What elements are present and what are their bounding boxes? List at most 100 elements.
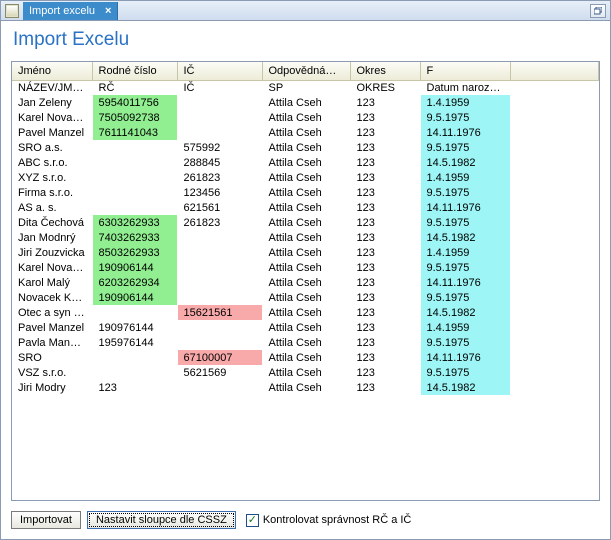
table-cell[interactable] bbox=[92, 365, 177, 380]
table-cell[interactable]: Novacek Karel bbox=[12, 290, 92, 305]
set-columns-cssz-button[interactable]: Nastavit sloupce dle CSSZ bbox=[87, 511, 236, 529]
table-cell[interactable]: Attila Cseh bbox=[262, 335, 350, 350]
table-cell[interactable] bbox=[510, 335, 599, 350]
table-cell[interactable]: 123 bbox=[350, 335, 420, 350]
table-row[interactable]: Jiri Modry123Attila Cseh12314.5.1982 bbox=[12, 380, 599, 395]
table-cell[interactable]: Karol Malý bbox=[12, 275, 92, 290]
table-row[interactable]: Otec a syn s.…15621561Attila Cseh12314.5… bbox=[12, 305, 599, 320]
table-cell[interactable]: Attila Cseh bbox=[262, 350, 350, 365]
table-cell[interactable] bbox=[92, 185, 177, 200]
table-cell[interactable]: 14.5.1982 bbox=[420, 230, 510, 245]
import-button[interactable]: Importovat bbox=[11, 511, 81, 529]
table-cell[interactable]: 123 bbox=[350, 95, 420, 110]
table-cell[interactable]: 14.5.1982 bbox=[420, 380, 510, 395]
table-cell[interactable]: 9.5.1975 bbox=[420, 260, 510, 275]
table-cell[interactable]: 123 bbox=[350, 290, 420, 305]
table-cell[interactable]: 6203262934 bbox=[92, 275, 177, 290]
table-cell[interactable]: Attila Cseh bbox=[262, 95, 350, 110]
table-cell[interactable]: Attila Cseh bbox=[262, 260, 350, 275]
table-cell[interactable]: 123 bbox=[350, 260, 420, 275]
table-row[interactable]: Novacek Karel190906144Attila Cseh1239.5.… bbox=[12, 290, 599, 305]
table-cell[interactable]: 575992 bbox=[177, 140, 262, 155]
table-cell[interactable] bbox=[92, 170, 177, 185]
table-cell[interactable]: 123 bbox=[350, 215, 420, 230]
table-cell[interactable]: Attila Cseh bbox=[262, 170, 350, 185]
table-cell[interactable]: 9.5.1975 bbox=[420, 215, 510, 230]
table-cell[interactable] bbox=[92, 140, 177, 155]
table-cell[interactable] bbox=[510, 320, 599, 335]
table-cell[interactable]: 123 bbox=[350, 275, 420, 290]
table-cell[interactable]: Jiri Modry bbox=[12, 380, 92, 395]
column-header[interactable]: Rodné číslo bbox=[92, 62, 177, 80]
table-row[interactable]: AS a. s.621561Attila Cseh12314.11.1976 bbox=[12, 200, 599, 215]
table-cell[interactable] bbox=[177, 260, 262, 275]
table-cell[interactable]: 9.5.1975 bbox=[420, 290, 510, 305]
table-cell[interactable] bbox=[510, 365, 599, 380]
table-cell[interactable] bbox=[177, 245, 262, 260]
table-cell[interactable]: 1.4.1959 bbox=[420, 170, 510, 185]
table-cell[interactable]: Attila Cseh bbox=[262, 365, 350, 380]
table-row[interactable]: ABC s.r.o.288845Attila Cseh12314.5.1982 bbox=[12, 155, 599, 170]
table-cell[interactable] bbox=[510, 260, 599, 275]
table-row[interactable]: Karol Malý6203262934Attila Cseh12314.11.… bbox=[12, 275, 599, 290]
column-header[interactable]: IČ bbox=[177, 62, 262, 80]
table-cell[interactable]: Datum naroz… bbox=[420, 80, 510, 95]
table-cell[interactable]: 123 bbox=[350, 185, 420, 200]
table-row[interactable]: Pavel Manzel7611141043Attila Cseh12314.1… bbox=[12, 125, 599, 140]
table-cell[interactable]: 6303262933 bbox=[92, 215, 177, 230]
table-cell[interactable]: Attila Cseh bbox=[262, 245, 350, 260]
table-cell[interactable] bbox=[510, 200, 599, 215]
table-cell[interactable]: 9.5.1975 bbox=[420, 365, 510, 380]
column-header[interactable]: Okres bbox=[350, 62, 420, 80]
column-header[interactable] bbox=[510, 62, 599, 80]
table-cell[interactable]: 123 bbox=[350, 380, 420, 395]
table-cell[interactable]: Pavel Manzel bbox=[12, 320, 92, 335]
table-cell[interactable]: Firma s.r.o. bbox=[12, 185, 92, 200]
table-cell[interactable]: 14.11.1976 bbox=[420, 200, 510, 215]
table-cell[interactable]: Attila Cseh bbox=[262, 215, 350, 230]
table-cell[interactable] bbox=[510, 230, 599, 245]
table-cell[interactable]: 123 bbox=[350, 110, 420, 125]
table-cell[interactable]: Pavla Manzel… bbox=[12, 335, 92, 350]
table-cell[interactable]: Attila Cseh bbox=[262, 230, 350, 245]
table-cell[interactable]: 1.4.1959 bbox=[420, 95, 510, 110]
document-tab[interactable]: Import excelu × bbox=[23, 2, 118, 20]
table-cell[interactable] bbox=[177, 380, 262, 395]
table-cell[interactable]: Pavel Manzel bbox=[12, 125, 92, 140]
table-cell[interactable] bbox=[510, 305, 599, 320]
table-cell[interactable]: 14.11.1976 bbox=[420, 350, 510, 365]
table-cell[interactable]: Attila Cseh bbox=[262, 140, 350, 155]
table-cell[interactable]: 14.11.1976 bbox=[420, 125, 510, 140]
table-cell[interactable]: Karel Novacek bbox=[12, 260, 92, 275]
table-cell[interactable]: Jan Zeleny bbox=[12, 95, 92, 110]
table-cell[interactable]: 123 bbox=[350, 155, 420, 170]
table-cell[interactable] bbox=[177, 125, 262, 140]
table-cell[interactable]: 123 bbox=[92, 380, 177, 395]
table-row[interactable]: Pavel Manzel190976144Attila Cseh1231.4.1… bbox=[12, 320, 599, 335]
table-cell[interactable]: 14.11.1976 bbox=[420, 275, 510, 290]
table-cell[interactable] bbox=[510, 80, 599, 95]
table-cell[interactable] bbox=[510, 290, 599, 305]
close-icon[interactable]: × bbox=[103, 5, 113, 17]
table-cell[interactable]: 123 bbox=[350, 200, 420, 215]
table-cell[interactable] bbox=[177, 95, 262, 110]
table-cell[interactable]: Attila Cseh bbox=[262, 305, 350, 320]
table-cell[interactable]: Otec a syn s.… bbox=[12, 305, 92, 320]
table-row[interactable]: Firma s.r.o.123456Attila Cseh1239.5.1975 bbox=[12, 185, 599, 200]
table-cell[interactable]: 123 bbox=[350, 140, 420, 155]
table-row[interactable]: Pavla Manzel…195976144Attila Cseh1239.5.… bbox=[12, 335, 599, 350]
table-cell[interactable]: 14.5.1982 bbox=[420, 155, 510, 170]
table-cell[interactable]: 123 bbox=[350, 125, 420, 140]
table-cell[interactable]: Attila Cseh bbox=[262, 125, 350, 140]
validate-rc-ic-checkbox[interactable]: ✓ Kontrolovat správnost RČ a IČ bbox=[246, 514, 412, 527]
table-cell[interactable]: Attila Cseh bbox=[262, 380, 350, 395]
table-cell[interactable]: AS a. s. bbox=[12, 200, 92, 215]
table-cell[interactable]: 261823 bbox=[177, 215, 262, 230]
table-cell[interactable]: SP bbox=[262, 80, 350, 95]
restore-window-button[interactable] bbox=[590, 4, 606, 18]
table-cell[interactable]: 190906144 bbox=[92, 290, 177, 305]
table-cell[interactable]: Karel Novacek bbox=[12, 110, 92, 125]
table-cell[interactable]: ABC s.r.o. bbox=[12, 155, 92, 170]
table-cell[interactable]: IČ bbox=[177, 80, 262, 95]
table-cell[interactable] bbox=[510, 155, 599, 170]
